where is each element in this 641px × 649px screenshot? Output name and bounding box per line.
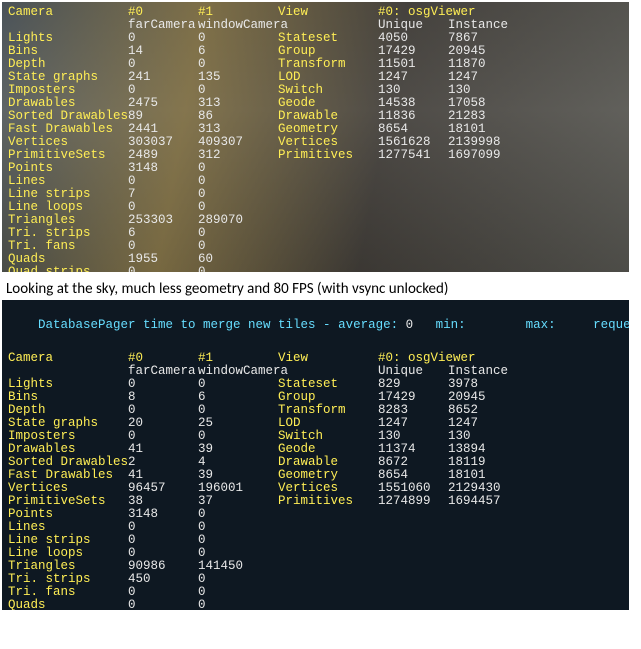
cam-stat-v0: 253303: [128, 214, 198, 227]
cam1-name: windowCamera: [198, 365, 278, 378]
stats-panel-top: Camera #0 #1 View #0: osgViewer farCamer…: [2, 2, 629, 272]
cam-stat-v1: 0: [198, 599, 278, 610]
stats-row: Points31480: [8, 508, 623, 521]
cam-stat-v0: 450: [128, 573, 198, 586]
cam-stat-v1: 0: [198, 508, 278, 521]
cam-stat-v0: 41: [128, 443, 198, 456]
cam-stat-v1: 0: [198, 534, 278, 547]
view-header: View: [278, 352, 378, 365]
stats-row: Line loops00: [8, 201, 623, 214]
cam-stat-v1: 60: [198, 253, 278, 266]
stats-row: Depth00Transform82838652: [8, 404, 623, 417]
cam-stat-v1: 0: [198, 266, 278, 272]
stats-row: PrimitiveSets3837Primitives1274899169445…: [8, 495, 623, 508]
cam-stat-v1: 6: [198, 391, 278, 404]
cam-stat-v0: 8: [128, 391, 198, 404]
cam-stat-v0: 0: [128, 175, 198, 188]
cam-stat-v1: 0: [198, 175, 278, 188]
cam-stat-v0: 0: [128, 534, 198, 547]
cam-stat-v0: 1955: [128, 253, 198, 266]
cam-stat-v1: 0: [198, 227, 278, 240]
view-stat-instance: 1697099: [448, 149, 518, 162]
cam-stat-v0: 0: [128, 599, 198, 610]
cam-stat-v1: 141450: [198, 560, 278, 573]
cam-stat-v1: 0: [198, 573, 278, 586]
stats-row: Tri. strips60: [8, 227, 623, 240]
stats-row: Quads00: [8, 599, 623, 610]
cam-stat-v1: 312: [198, 149, 278, 162]
stats-row: Line strips00: [8, 534, 623, 547]
cam-stat-v0: 0: [128, 586, 198, 599]
view-stat-label: Primitives: [278, 149, 378, 162]
view-stat-label: Primitives: [278, 495, 378, 508]
cam-stat-v0: 0: [128, 521, 198, 534]
cam-stat-v0: 7: [128, 188, 198, 201]
cam-stat-v0: 20: [128, 417, 198, 430]
cam-stat-v1: 135: [198, 71, 278, 84]
stats-row: Points31480: [8, 162, 623, 175]
view-stat-unique: 1277541: [378, 149, 448, 162]
stats-row: PrimitiveSets2489312Primitives1277541169…: [8, 149, 623, 162]
database-pager-line: DatabasePager time to merge new tiles - …: [8, 304, 623, 346]
stats-row: Line loops00: [8, 547, 623, 560]
cam0-name: farCamera: [128, 365, 198, 378]
cam1-name: windowCamera: [198, 19, 278, 32]
stats-panel-bottom: DatabasePager time to merge new tiles - …: [2, 300, 629, 610]
cam-stat-v1: 0: [198, 378, 278, 391]
cam-stat-v1: 6: [198, 45, 278, 58]
stats-row: Depth00Transform1150111870: [8, 58, 623, 71]
caption-text: Looking at the sky, much less geometry a…: [6, 280, 637, 298]
cam-stat-label: Quad strips: [8, 266, 128, 272]
stats-row: Tri. fans00: [8, 240, 623, 253]
cam-stat-v1: 25: [198, 417, 278, 430]
camera-header: Camera: [8, 6, 128, 19]
cam-stat-v0: 6: [128, 227, 198, 240]
cam-stat-v1: 0: [198, 586, 278, 599]
view-header: View: [278, 6, 378, 19]
cam-stat-v0: 14: [128, 45, 198, 58]
cam-stat-v1: 39: [198, 443, 278, 456]
stats-row: Quad strips00: [8, 266, 623, 272]
cam-stat-v0: 3148: [128, 508, 198, 521]
cam-stat-label: Quads: [8, 599, 128, 610]
stats-row: Lines00: [8, 521, 623, 534]
view-stat-unique: 1274899: [378, 495, 448, 508]
stats-row: Tri. fans00: [8, 586, 623, 599]
cam-stat-v0: 241: [128, 71, 198, 84]
cam-stat-v1: 289070: [198, 214, 278, 227]
stats-row: Lines00: [8, 175, 623, 188]
cam-stat-v0: 3148: [128, 162, 198, 175]
stats-row: Quads195560: [8, 253, 623, 266]
stats-row: Triangles253303289070: [8, 214, 623, 227]
cam0-name: farCamera: [128, 19, 198, 32]
stats-row: Triangles90986141450: [8, 560, 623, 573]
stats-row: Line strips70: [8, 188, 623, 201]
cam-stat-v1: 37: [198, 495, 278, 508]
camera-header: Camera: [8, 352, 128, 365]
cam-stat-v1: 0: [198, 162, 278, 175]
cam-stat-v1: 0: [198, 32, 278, 45]
stats-row: Tri. strips4500: [8, 573, 623, 586]
cam-stat-v1: 0: [198, 521, 278, 534]
cam-stat-v1: 0: [198, 188, 278, 201]
cam-stat-v0: 0: [128, 378, 198, 391]
view-stat-instance: 1694457: [448, 495, 518, 508]
cam-stat-v0: 0: [128, 266, 198, 272]
